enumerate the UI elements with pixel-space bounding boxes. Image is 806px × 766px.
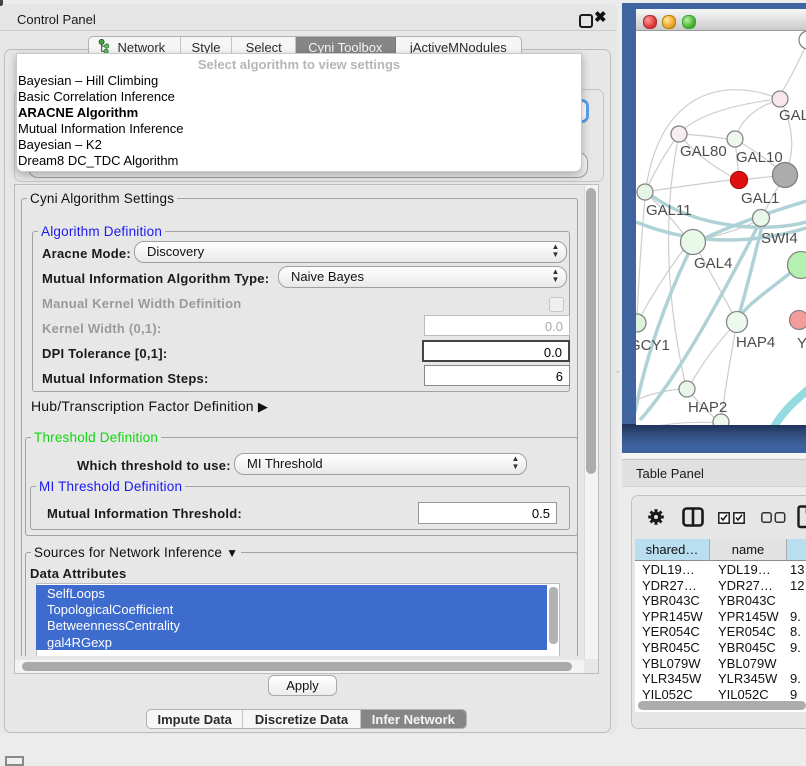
svg-text:GAL80: GAL80 [680, 143, 727, 160]
svg-text:YM: YM [797, 335, 806, 352]
svg-text:GAL11: GAL11 [646, 202, 692, 219]
svg-text:GAL7: GAL7 [779, 107, 806, 124]
svg-text:HAP2: HAP2 [688, 399, 727, 416]
svg-text:GAL4: GAL4 [694, 255, 732, 272]
svg-text:GAL10: GAL10 [736, 149, 783, 166]
svg-text:HAP4: HAP4 [736, 334, 775, 351]
svg-text:GAL1: GAL1 [741, 190, 779, 207]
svg-text:SWI4: SWI4 [761, 230, 798, 247]
svg-text:GCY1: GCY1 [636, 337, 670, 354]
